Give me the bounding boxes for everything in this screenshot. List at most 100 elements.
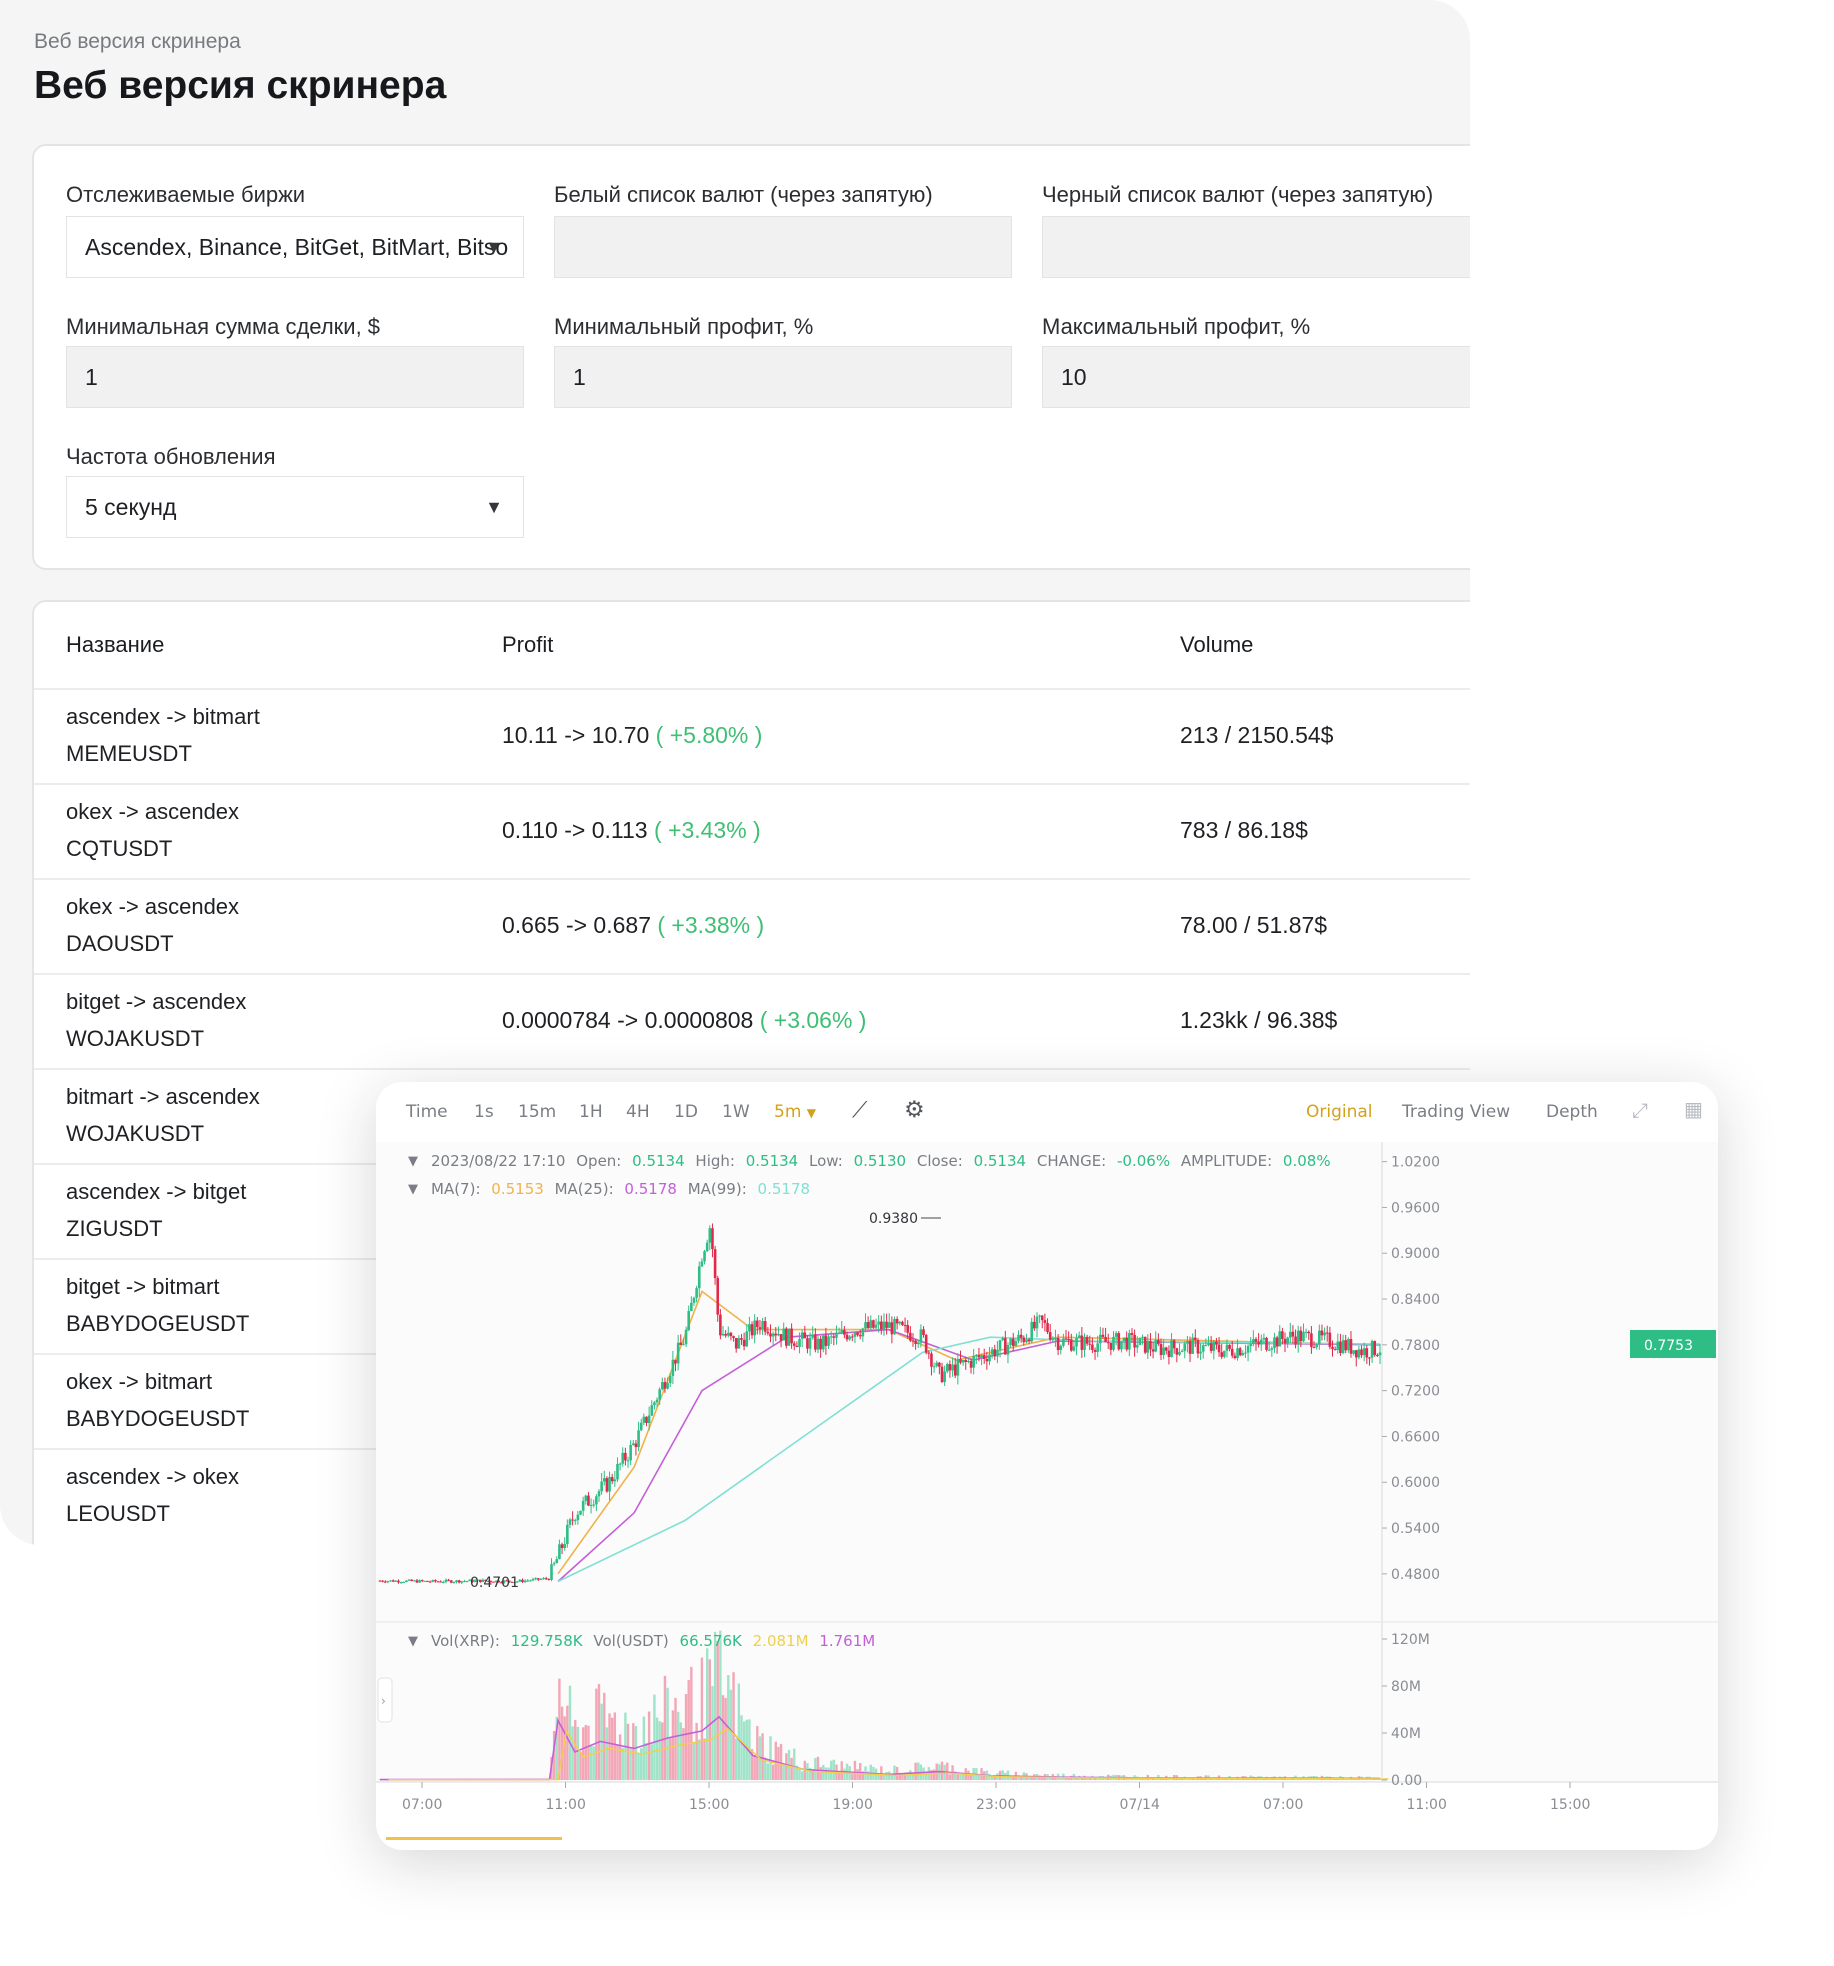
- candle-body: [967, 1361, 970, 1363]
- candle-body: [703, 1251, 706, 1262]
- candle-body: [1296, 1330, 1300, 1345]
- candle-body: [961, 1359, 965, 1363]
- candle-body: [1157, 1340, 1160, 1344]
- high-value: 0.5134: [746, 1152, 799, 1170]
- candle-body: [418, 1580, 421, 1583]
- table-row[interactable]: okex -> ascendex CQTUSDT 0.110 -> 0.113 ( …: [34, 783, 1470, 878]
- volume-bar: [576, 1726, 580, 1780]
- volume-cell: 783 / 86.18$: [1180, 817, 1308, 843]
- price-tick-label: 0.4800: [1391, 1567, 1440, 1583]
- candle-body: [413, 1580, 416, 1582]
- candle-body: [439, 1581, 442, 1583]
- column-header-profit[interactable]: Profit: [502, 632, 553, 658]
- ohlc-collapse-icon[interactable]: ▼: [408, 1154, 418, 1169]
- column-header-name[interactable]: Название: [66, 632, 164, 658]
- candle-body: [1325, 1332, 1329, 1334]
- candle-body: [1046, 1323, 1049, 1333]
- profit-cell: 10.11 -> 10.70 ( +5.80% ): [502, 722, 762, 749]
- candle-body: [890, 1322, 894, 1335]
- candle-body: [542, 1578, 545, 1580]
- candle-body: [431, 1580, 435, 1582]
- candle-body: [993, 1349, 997, 1357]
- candle-body: [777, 1334, 780, 1336]
- whitelist-input[interactable]: [554, 216, 1012, 278]
- candle-body: [893, 1318, 896, 1335]
- candle-body: [547, 1578, 551, 1580]
- vol-xrp-value: 129.758K: [511, 1632, 584, 1650]
- candle-body: [1014, 1341, 1018, 1346]
- profit-prices: 0.0000784 -> 0.0000808: [502, 1007, 754, 1033]
- candle-body: [1347, 1339, 1350, 1351]
- candle-body: [1062, 1338, 1065, 1346]
- exchanges-label: Отслеживаемые биржи: [66, 182, 306, 207]
- exchanges-value: Ascendex, Binance, BitGet, BitMart, Bits…: [85, 234, 509, 260]
- scroll-indicator[interactable]: [386, 1837, 562, 1840]
- table-row[interactable]: bitget -> ascendex WOJAKUSDT 0.0000784 -> …: [34, 973, 1470, 1068]
- volume-bar: [661, 1722, 664, 1780]
- time-tick-label: 19:00: [833, 1797, 873, 1813]
- breadcrumb[interactable]: Веб версия скринера: [34, 30, 241, 54]
- volume-bar: [914, 1762, 917, 1780]
- candle-body: [692, 1297, 696, 1303]
- time-tick-label: 15:00: [689, 1797, 729, 1813]
- volume-bar: [608, 1713, 611, 1780]
- volume-bar: [779, 1743, 783, 1780]
- candle-body: [460, 1581, 464, 1583]
- candle-body: [814, 1334, 817, 1350]
- max-profit-input[interactable]: 10: [1042, 346, 1470, 408]
- candle-body: [534, 1578, 537, 1580]
- candle-body: [697, 1266, 701, 1289]
- price-chart[interactable]: 1.0200 0.9600 0.9000 0.8400 0.7800 0.7200 0.66…: [376, 1082, 1718, 1850]
- candle-body: [399, 1582, 403, 1584]
- candle-body: [600, 1481, 603, 1492]
- candle-body: [972, 1356, 975, 1368]
- table-row[interactable]: okex -> ascendex DAOUSDT 0.665 -> 0.687 ( …: [34, 878, 1470, 973]
- route-label: okex -> ascendex: [66, 894, 240, 919]
- volume-bar: [645, 1742, 648, 1780]
- vol-ma2-value: 1.761M: [819, 1632, 875, 1650]
- candle-body: [687, 1311, 691, 1330]
- volume-bar: [603, 1692, 606, 1780]
- min-amount-input[interactable]: 1: [66, 346, 524, 408]
- candle-body: [996, 1349, 999, 1357]
- candle-body: [1354, 1350, 1358, 1358]
- candle-body: [932, 1366, 936, 1368]
- candle-body: [592, 1504, 596, 1506]
- candle-body: [853, 1332, 857, 1337]
- candle-body: [982, 1355, 986, 1359]
- volume-bar: [716, 1641, 719, 1780]
- volume-bar: [587, 1725, 590, 1780]
- candle-body: [895, 1318, 899, 1324]
- candle-body: [1164, 1347, 1168, 1351]
- candle-body: [1194, 1337, 1197, 1341]
- candle-body: [1038, 1315, 1041, 1317]
- candle-body: [1128, 1333, 1131, 1350]
- vol-collapse-icon[interactable]: ▼: [408, 1634, 418, 1649]
- candle-body: [732, 1336, 735, 1338]
- candle-body: [555, 1559, 559, 1564]
- candle-body: [1172, 1340, 1176, 1349]
- refresh-select[interactable]: 5 секунд ▼: [66, 476, 524, 538]
- blacklist-input[interactable]: [1042, 216, 1470, 278]
- candle-body: [935, 1362, 939, 1367]
- ma99-value: 0.5178: [758, 1180, 811, 1198]
- table-row[interactable]: ascendex -> bitmart MEMEUSDT 10.11 -> 10.7…: [34, 688, 1470, 783]
- ma99-label: MA(99):: [688, 1180, 747, 1198]
- volume-bar: [579, 1751, 582, 1780]
- candle-body: [526, 1580, 530, 1582]
- candle-body: [771, 1333, 775, 1337]
- candle-body: [621, 1452, 625, 1464]
- volume-bar: [692, 1742, 696, 1780]
- route-label: bitget -> bitmart: [66, 1274, 220, 1299]
- candle-body: [426, 1580, 429, 1582]
- min-profit-input[interactable]: 1: [554, 346, 1012, 408]
- ma-collapse-icon[interactable]: ▼: [408, 1182, 418, 1197]
- candle-body: [1072, 1346, 1076, 1351]
- candle-body: [843, 1330, 846, 1335]
- blacklist-label: Черный список валют (через запятую): [1042, 182, 1434, 207]
- change-value: -0.06%: [1117, 1152, 1170, 1170]
- pair-label: ZIGUSDT: [66, 1216, 163, 1241]
- exchanges-select[interactable]: Ascendex, Binance, BitGet, BitMart, Bits…: [66, 216, 524, 278]
- candle-body: [829, 1336, 833, 1338]
- column-header-volume[interactable]: Volume: [1180, 632, 1253, 658]
